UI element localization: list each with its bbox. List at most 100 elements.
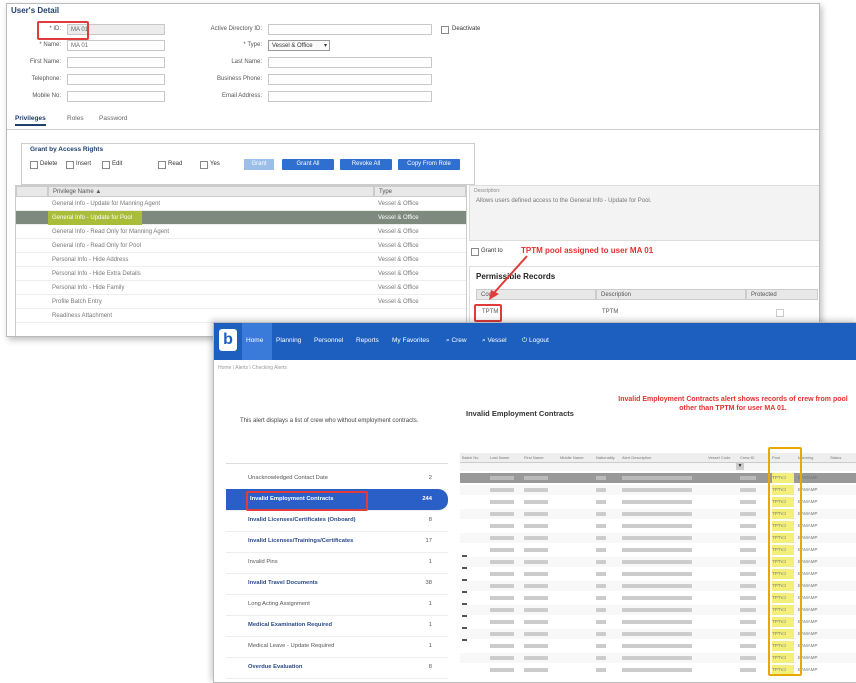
list-item[interactable]: Overdue Evaluation 8 [226,657,448,679]
col-batch-no[interactable]: Batch No [462,455,478,460]
table-row[interactable]: Personal Info - Hide Family Vessel & Off… [16,281,466,295]
redacted-cell [622,488,692,492]
nav-logout[interactable]: ⏻ Logout [522,337,549,345]
list-item[interactable]: Medical Examination Required 1 [226,615,448,637]
list-item[interactable]: Invalid Travel Documents 38 [226,573,448,595]
active-directory-label: Active Directory ID: [210,26,262,32]
redacted-cell [596,560,606,564]
nav-my-favorites[interactable]: My Favorites [392,337,429,344]
redacted-cell [596,524,606,528]
nav-home[interactable]: Home [246,337,263,344]
list-item[interactable]: Unacknowledged Contact Date 2 [226,468,448,490]
grant-button[interactable]: Grant [244,159,274,170]
table-row[interactable]: Personal Info - Hide Extra Details Vesse… [16,267,466,281]
list-item[interactable]: Medical Leave - Update Required 1 [226,636,448,658]
description-label: Description: [474,188,501,194]
redacted-cell [622,620,692,624]
list-item[interactable]: Invalid Licenses/Trainings/Certificates … [226,531,448,553]
copy-from-role-button[interactable]: Copy From Role [398,159,460,170]
privilege-type-cell: Vessel & Office [378,201,419,207]
col-crew-id[interactable]: Crew ID [740,455,754,460]
redacted-cell [490,524,514,528]
protected-header[interactable]: Protected [746,289,818,300]
col-alert-description[interactable]: Alert Description [622,455,651,460]
grant-all-button[interactable]: Grant All [282,159,334,170]
col-middle-name[interactable]: Middle Name [560,455,584,460]
filter-icon[interactable]: ▼ [736,463,744,470]
col-status[interactable]: Status [830,455,841,460]
redacted-cell [622,668,692,672]
list-item[interactable]: Invalid Pins 1 [226,552,448,574]
col-first-name[interactable]: First Name [524,455,544,460]
redacted-cell [524,488,548,492]
revoke-all-button[interactable]: Revoke All [340,159,392,170]
privilege-name-cell: Readiness Attachment [52,313,113,319]
last-name-field[interactable] [268,57,432,68]
redacted-cell [524,644,548,648]
redacted-cell [740,488,756,492]
pool-assignment-annotation: TPTM pool assigned to user MA 01 [521,246,654,255]
business-phone-field[interactable] [268,74,432,85]
telephone-field[interactable] [67,74,165,85]
table-row[interactable]: General Info - Read Only for Manning Age… [16,225,466,239]
privilege-type-cell: Vessel & Office [378,243,419,249]
name-field[interactable]: MA 01 [67,40,165,51]
table-title: Invalid Employment Contracts [466,409,574,418]
first-name-field[interactable] [67,57,165,68]
privilege-type-cell: Vessel & Office [378,257,419,263]
privilege-name-header[interactable]: Privilege Name ▲ [48,186,374,197]
delete-checkbox[interactable] [30,161,38,169]
redacted-cell [622,536,692,540]
alert-count: 8 [428,664,432,670]
protected-checkbox[interactable] [776,309,784,317]
read-checkbox[interactable] [158,161,166,169]
mobile-field[interactable] [67,91,165,102]
table-row-selected[interactable]: General Info - Update for Pool Vessel & … [16,211,466,225]
list-item-selected[interactable]: Invalid Employment Contracts 244 [226,489,448,511]
redacted-cell [490,488,514,492]
tab-password[interactable]: Password [99,115,128,122]
nav-planning[interactable]: Planning [276,337,301,344]
insert-checkbox[interactable] [66,161,74,169]
nav-crew-label: Crew [451,337,467,344]
list-item[interactable]: Long Acting Assignment 1 [226,594,448,616]
table-row[interactable]: Personal Info - Hide Address Vessel & Of… [16,253,466,267]
col-vessel-code[interactable]: Vessel Code [708,455,730,460]
redacted-cell [622,596,692,600]
email-field[interactable] [268,91,432,102]
active-directory-field[interactable] [268,24,432,35]
nav-personnel[interactable]: Personnel [314,337,343,344]
tab-roles[interactable]: Roles [67,115,84,122]
table-row[interactable]: Readiness Attachment [16,309,466,323]
tab-privileges[interactable]: Privileges [15,115,46,126]
yes-checkbox[interactable] [200,161,208,169]
alert-description: This alert displays a list of crew who w… [240,418,419,424]
nav-crew[interactable]: ⌕ Crew [446,337,467,345]
table-row[interactable]: Profile Batch Entry Vessel & Office [16,295,466,309]
grant-to-checkbox[interactable] [471,248,479,256]
type-select[interactable]: Vessel & Office ▾ [268,40,330,51]
alert-count: 38 [425,580,432,586]
deactivate-checkbox[interactable] [441,26,449,34]
redacted-cell [740,548,756,552]
redacted-cell [524,476,548,480]
table-row[interactable]: General Info - Read Only for Pool Vessel… [16,239,466,253]
edit-checkbox[interactable] [102,161,110,169]
list-item[interactable]: Invalid Licenses/Certificates (Onboard) … [226,510,448,532]
nav-vessel[interactable]: ⌕ Vessel [482,337,507,345]
redacted-cell [622,656,692,660]
description-header[interactable]: Description [596,289,746,300]
privileges-rows: General Info - Update for Manning Agent … [16,197,466,323]
alert-label: Overdue Evaluation [248,664,303,670]
col-nationality[interactable]: Nationality [596,455,615,460]
yes-option-label: Yes [210,161,220,167]
type-header[interactable]: Type [374,186,466,197]
privilege-type-cell: Vessel & Office [378,271,419,277]
nav-reports[interactable]: Reports [356,337,379,344]
redacted-cell [622,644,692,648]
table-row[interactable]: General Info - Update for Manning Agent … [16,197,466,211]
redacted-cell [524,548,548,552]
redacted-cell [596,488,606,492]
col-last-name[interactable]: Last Name [490,455,509,460]
redacted-cell [596,476,606,480]
